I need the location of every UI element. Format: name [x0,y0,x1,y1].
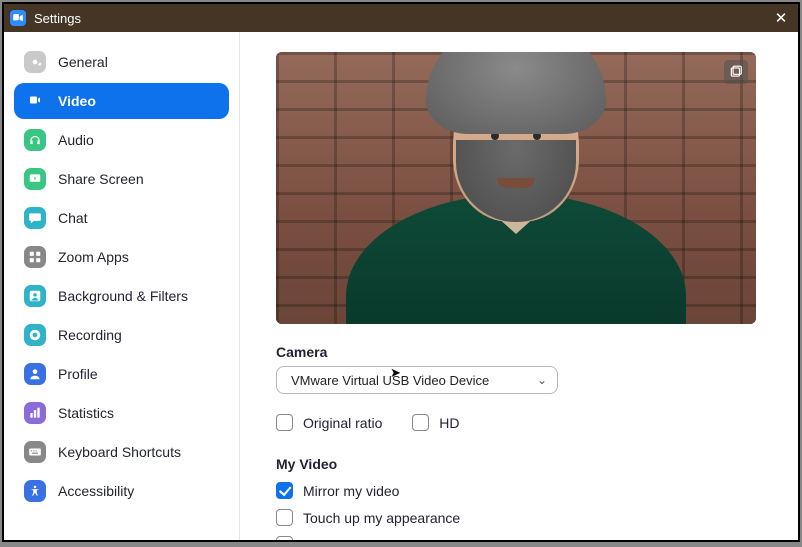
titlebar: Settings ✕ [4,4,798,32]
sidebar-item-zoom-apps[interactable]: Zoom Apps [14,239,229,275]
sidebar-item-keyboard-shortcuts[interactable]: Keyboard Shortcuts [14,434,229,470]
video-icon [24,90,46,112]
preview-person [346,74,686,324]
low-light-checkbox[interactable] [276,536,293,540]
sidebar-item-label: Chat [58,210,88,226]
share-screen-icon [24,168,46,190]
sidebar-item-audio[interactable]: Audio [14,122,229,158]
sidebar-item-label: Background & Filters [58,288,188,304]
keyboard-icon [24,441,46,463]
settings-window: Settings ✕ General Video Audio Share Screen… [3,3,799,541]
sidebar-item-label: Recording [58,327,122,343]
record-icon [24,324,46,346]
apps-icon [24,246,46,268]
touch-up-label[interactable]: Touch up my appearance [303,510,460,526]
settings-content-video: Camera VMware Virtual USB Video Device ➤… [240,32,798,540]
profile-icon [24,363,46,385]
headphones-icon [24,129,46,151]
sidebar-item-label: Audio [58,132,94,148]
window-title: Settings [34,11,770,26]
camera-select-value: VMware Virtual USB Video Device [291,373,537,388]
sidebar-item-label: Video [58,93,96,109]
statistics-icon [24,402,46,424]
camera-select[interactable]: VMware Virtual USB Video Device ➤ ⌄ [276,366,558,394]
sidebar-item-share-screen[interactable]: Share Screen [14,161,229,197]
touch-up-checkbox[interactable] [276,509,293,526]
sidebar-item-recording[interactable]: Recording [14,317,229,353]
sidebar-item-label: Share Screen [58,171,144,187]
window-body: General Video Audio Share Screen Chat Zoom Ap… [4,32,798,540]
sidebar-item-label: Keyboard Shortcuts [58,444,181,460]
sidebar-item-statistics[interactable]: Statistics [14,395,229,431]
mirror-video-label[interactable]: Mirror my video [303,483,399,499]
sidebar-item-chat[interactable]: Chat [14,200,229,236]
settings-sidebar: General Video Audio Share Screen Chat Zoom Ap… [4,32,240,540]
sidebar-item-label: Accessibility [58,483,134,499]
sidebar-item-label: Statistics [58,405,114,421]
background-icon [24,285,46,307]
sidebar-item-video[interactable]: Video [14,83,229,119]
mouse-cursor-icon: ➤ [390,365,401,381]
hd-label[interactable]: HD [439,415,459,431]
hd-checkbox[interactable] [412,414,429,431]
chevron-down-icon: ⌄ [537,373,547,387]
zoom-app-icon [10,10,26,26]
sidebar-item-label: General [58,54,108,70]
mirror-video-checkbox[interactable] [276,482,293,499]
accessibility-icon [24,480,46,502]
chat-icon [24,207,46,229]
close-button[interactable]: ✕ [770,9,792,27]
sidebar-item-label: Zoom Apps [58,249,129,265]
original-ratio-label[interactable]: Original ratio [303,415,382,431]
my-video-section-label: My Video [276,456,768,472]
rotate-camera-button[interactable] [724,60,748,84]
sidebar-item-profile[interactable]: Profile [14,356,229,392]
original-ratio-checkbox[interactable] [276,414,293,431]
sidebar-item-general[interactable]: General [14,44,229,80]
sidebar-item-label: Profile [58,366,98,382]
sidebar-item-accessibility[interactable]: Accessibility [14,473,229,509]
sidebar-item-background-filters[interactable]: Background & Filters [14,278,229,314]
camera-section-label: Camera [276,344,768,360]
low-light-label[interactable]: Adjust for low light [303,537,417,541]
gear-icon [24,51,46,73]
video-preview [276,52,756,324]
